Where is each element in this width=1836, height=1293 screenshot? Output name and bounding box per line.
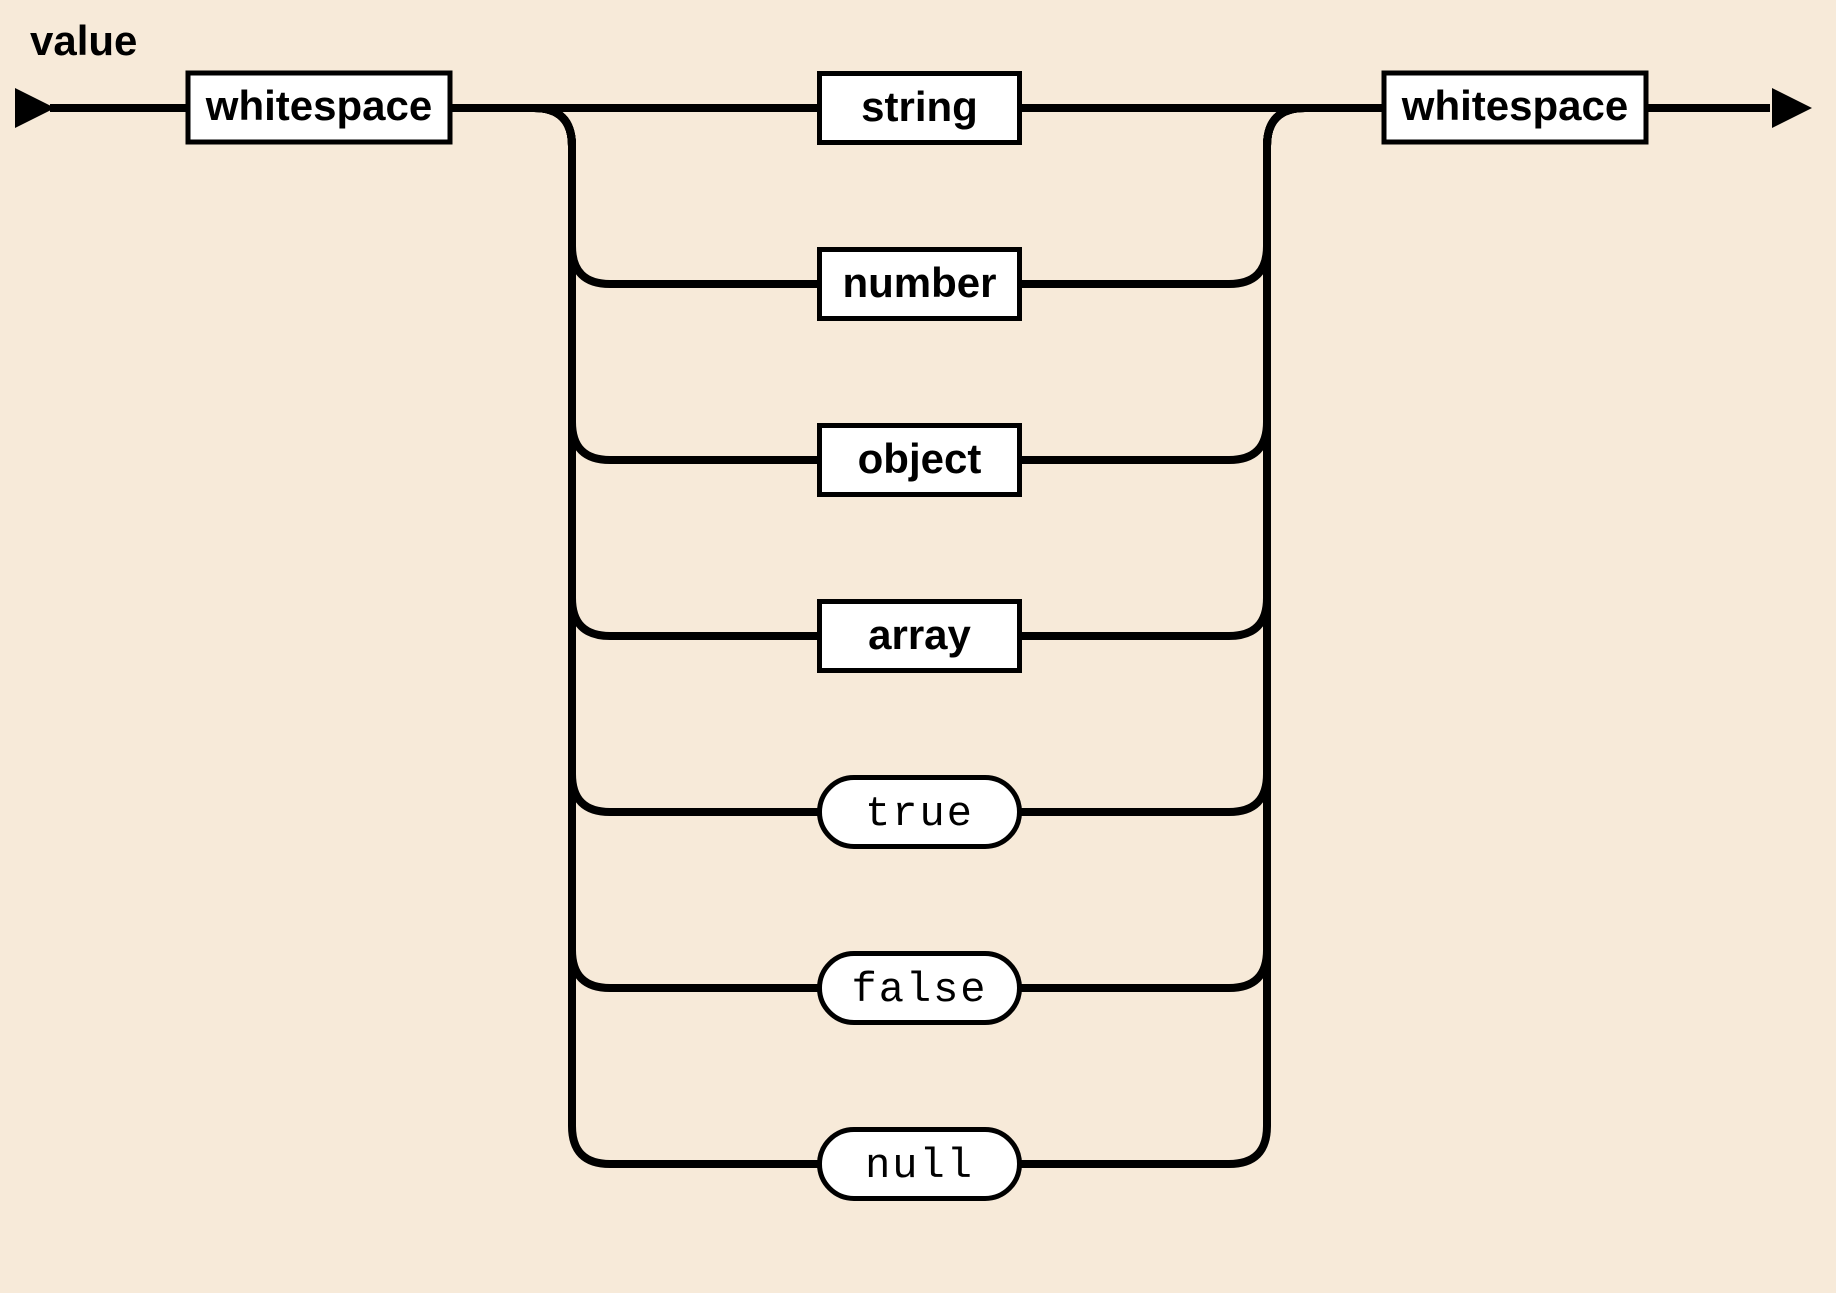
branch-left [534,108,820,284]
lead-whitespace-label: whitespace [205,82,432,129]
alternatives-group: string number object array true false null [534,74,1305,1199]
railroad-diagram: value whitespace whitespace string number… [0,0,1836,1293]
alt-label: false [851,966,987,1014]
alt-label: true [865,790,974,838]
lead-whitespace-node: whitespace [188,73,450,142]
alt-label: array [868,611,971,658]
start-arrow-icon [15,88,55,128]
alt-node-number: number [820,250,1020,319]
branch-right [1020,108,1306,284]
alt-label: object [858,435,982,482]
alt-label: number [842,259,996,306]
alt-label: null [865,1142,974,1190]
trail-whitespace-node: whitespace [1384,73,1646,142]
branch-left [534,108,820,988]
end-arrow-icon [1772,88,1812,128]
alt-label: string [861,83,978,130]
trail-whitespace-label: whitespace [1401,82,1628,129]
branch-left [534,108,820,636]
branch-right [1020,108,1306,636]
alt-node-true: true [820,778,1020,847]
alt-node-string: string [820,74,1020,143]
rule-title: value [30,17,137,64]
alt-node-object: object [820,426,1020,495]
alt-node-array: array [820,602,1020,671]
alt-node-null: null [820,1130,1020,1199]
alt-node-false: false [820,954,1020,1023]
branch-right [1020,108,1306,988]
